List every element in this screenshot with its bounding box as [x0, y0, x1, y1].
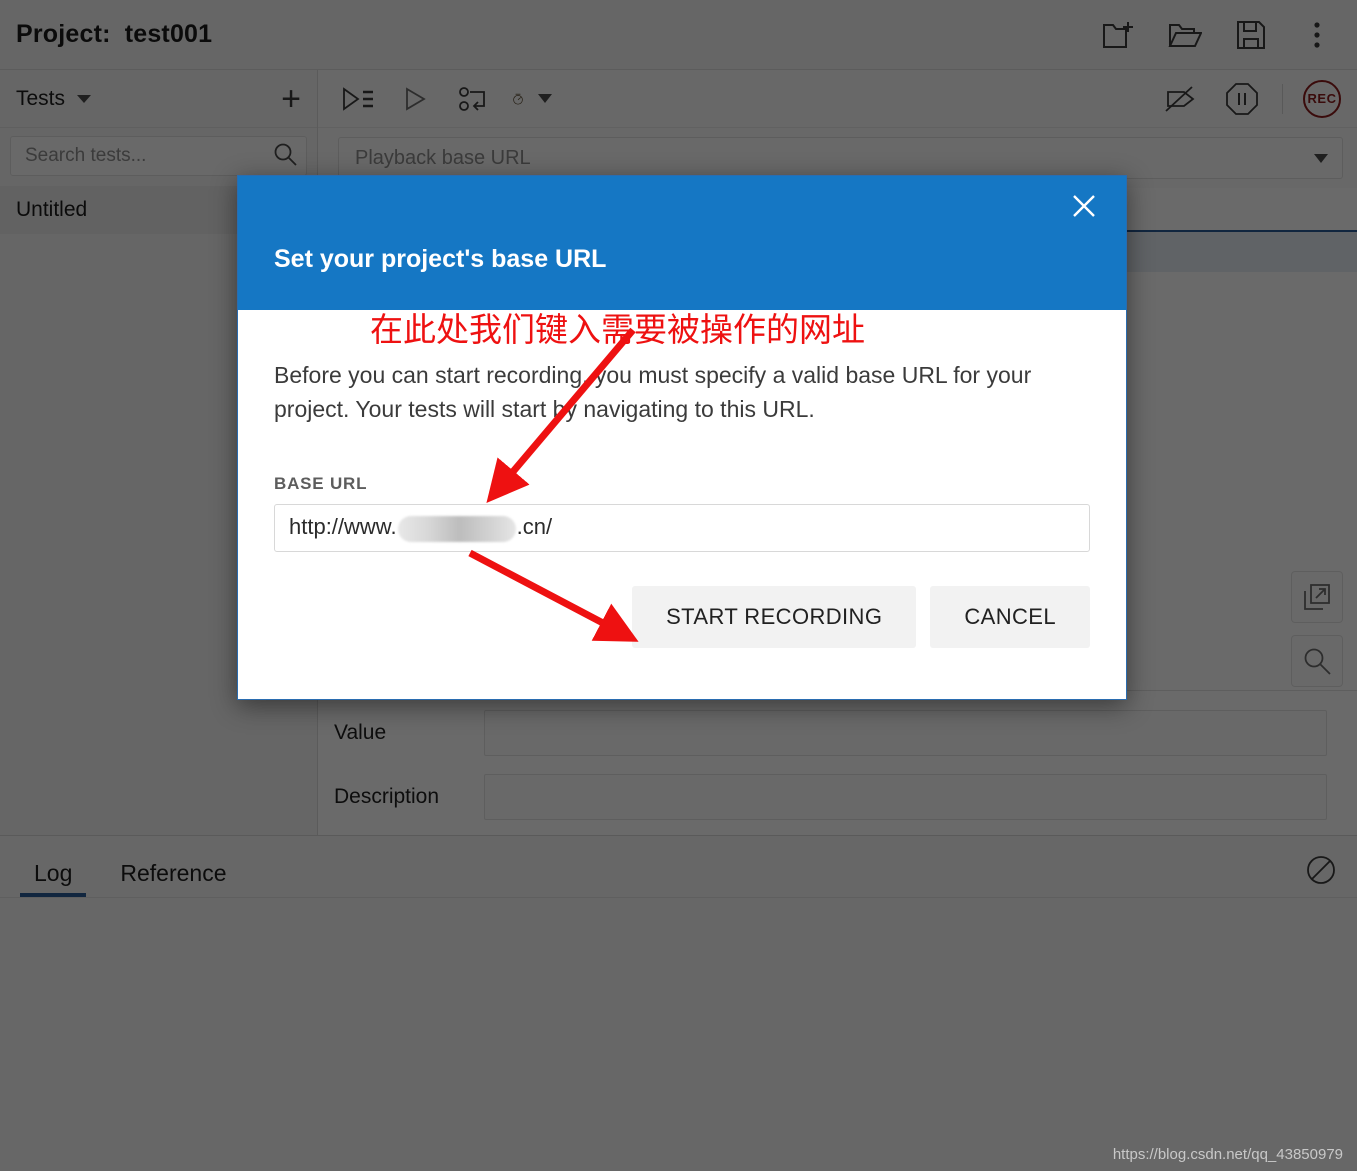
base-url-label: BASE URL: [274, 474, 368, 493]
dialog-description: Before you can start recording, you must…: [274, 362, 1032, 422]
base-url-input[interactable]: http://www. .cn/: [274, 504, 1090, 552]
application-window: Project:test001: [0, 0, 1357, 1171]
start-recording-button[interactable]: START RECORDING: [632, 586, 917, 648]
redacted-domain: [397, 515, 516, 542]
base-url-prefix: http://www.: [289, 514, 397, 540]
close-icon[interactable]: [1064, 186, 1104, 226]
watermark: https://blog.csdn.net/qq_43850979: [1112, 1146, 1343, 1163]
base-url-suffix: .cn/: [516, 514, 553, 540]
dialog-body: Before you can start recording, you must…: [238, 358, 1126, 648]
dialog-title: Set your project's base URL: [274, 245, 607, 273]
base-url-dialog: Set your project's base URL Before you c…: [237, 175, 1127, 700]
dialog-header: Set your project's base URL: [238, 176, 1126, 310]
cancel-button[interactable]: CANCEL: [930, 586, 1090, 648]
dialog-actions: START RECORDING CANCEL: [274, 586, 1090, 648]
